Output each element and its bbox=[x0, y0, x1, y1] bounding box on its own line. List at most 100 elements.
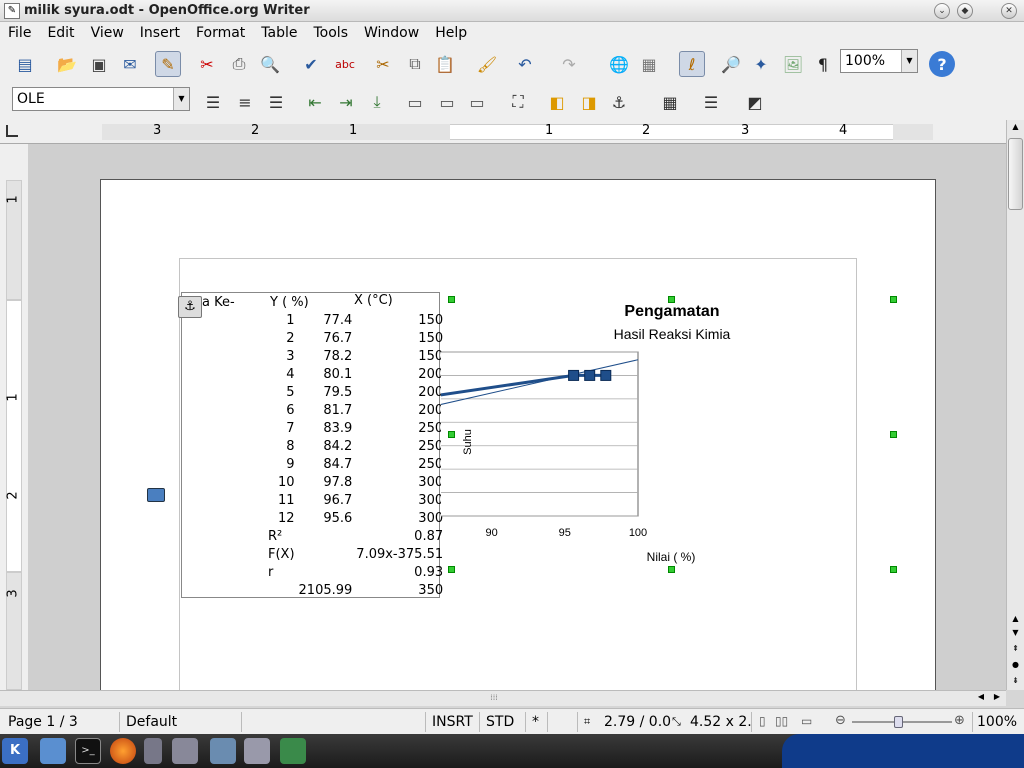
edit-mode-icon[interactable]: ✎ bbox=[155, 51, 181, 77]
menu-file[interactable]: File bbox=[0, 22, 39, 44]
frame-properties-icon[interactable]: ⛶ bbox=[505, 89, 531, 115]
scroll-grip-icon[interactable]: ⁞⁞⁞ bbox=[484, 693, 504, 703]
menu-window[interactable]: Window bbox=[356, 22, 427, 44]
app-icon[interactable]: ✎ bbox=[4, 3, 20, 19]
selection-handle[interactable] bbox=[890, 296, 897, 303]
anchor-icon[interactable]: ⚓ bbox=[606, 89, 632, 115]
formatting-marks-icon[interactable]: ¶ bbox=[810, 51, 836, 77]
object-marker-icon[interactable] bbox=[147, 488, 165, 502]
multi-page-view-icon[interactable]: ▯▯ bbox=[775, 714, 788, 728]
scroll-up-icon[interactable]: ▲ bbox=[1008, 614, 1023, 626]
document-page[interactable]: a Ke- Y ( %) X (°C) 1 77.4 150 2 76.7 150 3 78.2 1… bbox=[100, 179, 936, 690]
bring-to-front-icon[interactable]: ◧ bbox=[544, 89, 570, 115]
next-page-icon[interactable]: ⇟ bbox=[1008, 676, 1023, 688]
background-color-icon[interactable]: ◩ bbox=[742, 89, 768, 115]
chevron-down-icon[interactable]: ▼ bbox=[901, 50, 917, 72]
wrap-left-icon[interactable]: ☰ bbox=[200, 89, 226, 115]
borders-icon[interactable]: ▦ bbox=[657, 89, 683, 115]
menu-format[interactable]: Format bbox=[188, 22, 253, 44]
print-preview-icon[interactable]: 🔍 bbox=[257, 51, 283, 77]
menu-view[interactable]: View bbox=[83, 22, 132, 44]
selection-mode[interactable]: STD bbox=[482, 712, 526, 732]
page-indicator[interactable]: Page 1 / 3 bbox=[4, 712, 120, 732]
selection-handle[interactable] bbox=[668, 566, 675, 573]
minimize-icon[interactable]: ⌄ bbox=[934, 3, 950, 19]
selection-handle[interactable] bbox=[448, 566, 455, 573]
format-paintbrush-icon[interactable]: 🖌 bbox=[474, 51, 500, 77]
single-page-view-icon[interactable]: ▯ bbox=[759, 714, 766, 728]
line-style-icon[interactable]: ☰ bbox=[698, 89, 724, 115]
vertical-ruler[interactable]: 1 1 2 3 bbox=[0, 144, 28, 690]
menu-help[interactable]: Help bbox=[427, 22, 475, 44]
system-info-icon[interactable] bbox=[280, 738, 306, 764]
scroll-up-icon[interactable]: ▲ bbox=[1008, 122, 1023, 134]
menu-tools[interactable]: Tools bbox=[306, 22, 357, 44]
horizontal-ruler[interactable]: 3 2 1 1 2 3 4 bbox=[0, 120, 1024, 144]
zoom-in-icon[interactable]: ⊕ bbox=[954, 713, 965, 728]
terminal-icon[interactable]: >_ bbox=[75, 738, 101, 764]
scroll-thumb[interactable] bbox=[1008, 138, 1023, 210]
plugin-icon[interactable] bbox=[244, 738, 270, 764]
wrap-off-icon[interactable]: ⇤ bbox=[302, 89, 328, 115]
wrap-center-icon[interactable]: ≡ bbox=[232, 89, 258, 115]
save-icon[interactable]: ▣ bbox=[86, 51, 112, 77]
gallery-icon[interactable]: 🖼 bbox=[780, 51, 806, 77]
draw-functions-icon[interactable]: ℓ bbox=[679, 51, 705, 77]
scroll-left-icon[interactable]: ◀ bbox=[974, 692, 988, 704]
zoom-select[interactable]: 100% ▼ bbox=[840, 49, 918, 73]
zoom-percent[interactable]: 100% bbox=[972, 712, 1022, 732]
selection-handle[interactable] bbox=[448, 431, 455, 438]
zoom-slider-handle[interactable] bbox=[894, 716, 903, 728]
horizontal-scrollbar[interactable]: ⁞⁞⁞ ◀ ▶ bbox=[0, 690, 1006, 706]
align-center-icon[interactable]: ▭ bbox=[434, 89, 460, 115]
table-icon[interactable]: ▦ bbox=[636, 51, 662, 77]
scroll-down-icon[interactable]: ▼ bbox=[1008, 628, 1023, 640]
scatter-chart[interactable]: Pengamatan Hasil Reaksi Kimia 0501001502… bbox=[441, 292, 901, 572]
copy-icon[interactable]: ⧉ bbox=[402, 51, 428, 77]
embedded-spreadsheet[interactable]: a Ke- Y ( %) X (°C) 1 77.4 150 2 76.7 150 3 78.2 1… bbox=[178, 292, 443, 598]
cut-icon[interactable]: ✂ bbox=[370, 51, 396, 77]
help-icon[interactable]: ? bbox=[929, 51, 955, 77]
email-icon[interactable]: ✉ bbox=[117, 51, 143, 77]
send-to-back-icon[interactable]: ◨ bbox=[576, 89, 602, 115]
wrap-page-icon[interactable]: ⇥ bbox=[333, 89, 359, 115]
book-view-icon[interactable]: ▭ bbox=[801, 714, 812, 728]
undo-icon[interactable]: ↶ bbox=[512, 51, 538, 77]
scroll-right-icon[interactable]: ▶ bbox=[990, 692, 1004, 704]
find-replace-icon[interactable]: 🔎 bbox=[718, 51, 744, 77]
wrap-optimal-icon[interactable]: ⤓ bbox=[364, 89, 390, 115]
zoom-out-icon[interactable]: ⊖ bbox=[835, 713, 846, 728]
vertical-scrollbar[interactable]: ▲ ▲ ▼ ⇞ ● ⇟ bbox=[1006, 120, 1024, 690]
redo-icon[interactable]: ↷ bbox=[556, 51, 582, 77]
align-top-icon[interactable]: ▭ bbox=[402, 89, 428, 115]
selection-handle[interactable] bbox=[668, 296, 675, 303]
firefox-icon[interactable] bbox=[110, 738, 136, 764]
selection-handle[interactable] bbox=[890, 566, 897, 573]
align-bottom-icon[interactable]: ▭ bbox=[464, 89, 490, 115]
kde-menu-icon[interactable]: K bbox=[2, 738, 28, 764]
previous-page-icon[interactable]: ⇞ bbox=[1008, 644, 1023, 656]
page-style[interactable]: Default bbox=[122, 712, 242, 732]
selection-handle[interactable] bbox=[890, 431, 897, 438]
navigator-icon[interactable]: ✦ bbox=[748, 51, 774, 77]
menu-table[interactable]: Table bbox=[253, 22, 305, 44]
close-icon[interactable]: ✕ bbox=[1001, 3, 1017, 19]
chevron-down-icon[interactable]: ▼ bbox=[173, 88, 189, 110]
export-pdf-icon[interactable]: ✂ bbox=[194, 51, 220, 77]
hyperlink-icon[interactable]: 🌐 bbox=[606, 51, 632, 77]
insert-mode[interactable]: INSRT bbox=[428, 712, 480, 732]
network-icon[interactable] bbox=[172, 738, 198, 764]
autospellcheck-icon[interactable]: abc bbox=[332, 51, 358, 77]
menu-insert[interactable]: Insert bbox=[132, 22, 188, 44]
new-document-icon[interactable]: ▤ bbox=[12, 51, 38, 77]
maximize-icon[interactable]: ◆ bbox=[957, 3, 973, 19]
wrap-right-icon[interactable]: ☰ bbox=[263, 89, 289, 115]
selection-handle[interactable] bbox=[448, 296, 455, 303]
anchor-icon[interactable]: ⚓ bbox=[178, 296, 202, 318]
files-icon[interactable] bbox=[144, 738, 162, 764]
home-folder-icon[interactable] bbox=[40, 738, 66, 764]
paste-icon[interactable]: 📋 bbox=[432, 51, 458, 77]
display-icon[interactable] bbox=[210, 738, 236, 764]
open-icon[interactable]: 📂 bbox=[54, 51, 80, 77]
spellcheck-icon[interactable]: ✔ bbox=[298, 51, 324, 77]
